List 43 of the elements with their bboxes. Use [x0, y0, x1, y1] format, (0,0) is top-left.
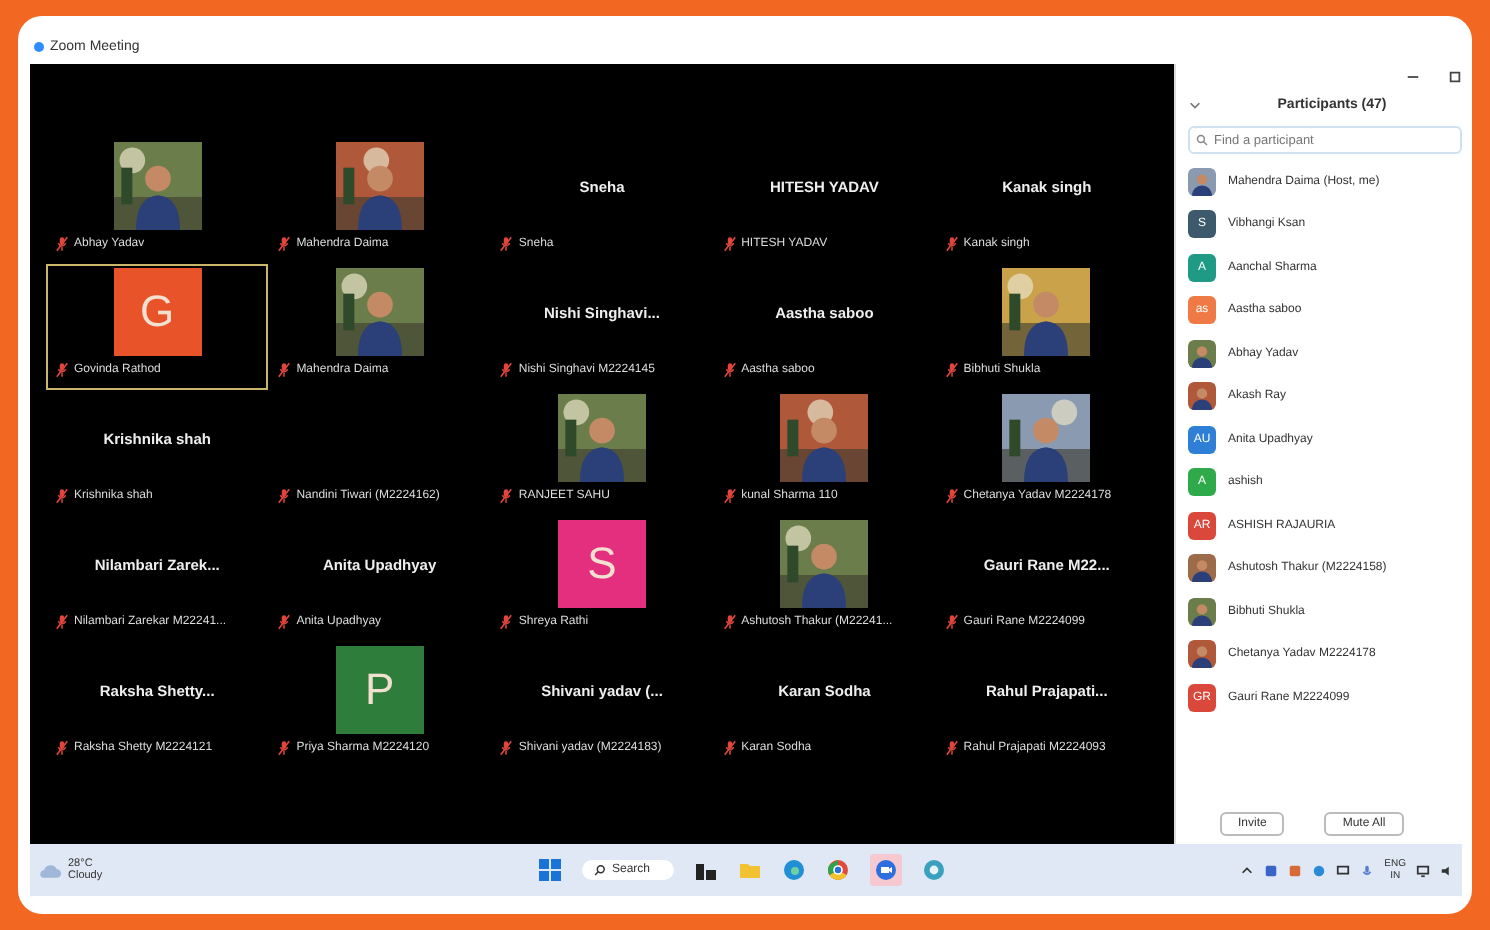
- video-app-icon[interactable]: [870, 854, 903, 886]
- muted-mic-icon: [56, 739, 68, 755]
- muted-mic-icon: [945, 613, 958, 629]
- chevron-down-icon[interactable]: [1188, 97, 1202, 111]
- search-icon: [1196, 134, 1208, 146]
- avatar: S: [557, 520, 646, 608]
- muted-mic-icon: [945, 235, 958, 251]
- monitor-icon[interactable]: [1336, 863, 1351, 877]
- task-view-icon[interactable]: [694, 858, 719, 882]
- muted-mic-icon: [56, 613, 68, 629]
- muted-mic-icon: [56, 361, 68, 377]
- muted-mic-icon: [278, 361, 291, 377]
- zoom-logo-icon: [34, 42, 44, 52]
- muted-mic-icon: [945, 487, 958, 503]
- microphone-icon[interactable]: [1360, 863, 1375, 877]
- muted-mic-icon: [278, 739, 291, 755]
- muted-mic-icon: [278, 613, 291, 629]
- muted-mic-icon: [500, 235, 513, 251]
- chrome-icon[interactable]: [826, 858, 851, 882]
- windows-start-icon[interactable]: [538, 858, 562, 882]
- muted-mic-icon: [500, 487, 513, 503]
- muted-mic-icon: [723, 361, 736, 377]
- muted-mic-icon: [500, 739, 513, 755]
- muted-mic-icon: [278, 487, 291, 503]
- search-icon: [594, 864, 606, 876]
- muted-mic-icon: [278, 235, 291, 251]
- muted-mic-icon: [56, 235, 68, 251]
- browser-icon[interactable]: [782, 858, 807, 882]
- muted-mic-icon: [945, 361, 958, 377]
- muted-mic-icon: [723, 613, 736, 629]
- chevron-up-icon[interactable]: [1240, 863, 1255, 877]
- muted-mic-icon: [723, 739, 736, 755]
- muted-mic-icon: [723, 235, 736, 251]
- maximize-icon[interactable]: [1448, 69, 1462, 83]
- speaker-icon[interactable]: [1440, 863, 1454, 877]
- app-icon[interactable]: [922, 858, 947, 882]
- muted-mic-icon: [723, 487, 736, 503]
- muted-mic-icon: [500, 613, 513, 629]
- avatar: P: [335, 646, 424, 734]
- muted-mic-icon: [945, 739, 958, 755]
- muted-mic-icon: [500, 361, 513, 377]
- avatar: G: [113, 268, 202, 356]
- muted-mic-icon: [56, 487, 68, 503]
